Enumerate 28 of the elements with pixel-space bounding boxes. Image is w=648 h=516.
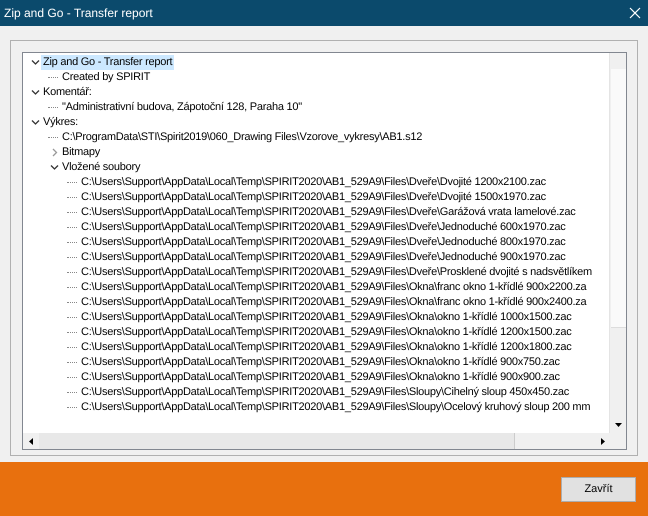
window-title: Zip and Go - Transfer report: [4, 6, 153, 20]
tree-item[interactable]: C:\ProgramData\STI\Spirit2019\060_Drawing Files\Vzorove_vykresy\AB1.s12: [60, 130, 424, 145]
tree-item[interactable]: C:\Users\Support\AppData\Local\Temp\SPIRIT2020\AB1_529A9\Files\Dveře\Garážová vrata lamelové.zac: [79, 205, 578, 220]
tree-item[interactable]: Created by SPIRIT: [60, 70, 152, 85]
tree-item[interactable]: C:\Users\Support\AppData\Local\Temp\SPIRIT2020\AB1_529A9\Files\Okna\franc okno 1-křídlé 900x2400.za: [79, 295, 588, 310]
tree-item[interactable]: Výkres:: [41, 115, 80, 130]
tree-item[interactable]: C:\Users\Support\AppData\Local\Temp\SPIRIT2020\AB1_529A9\Files\Okna\okno 1-křídlé 1000x1500.zac: [79, 310, 574, 325]
tree-item[interactable]: C:\Users\Support\AppData\Local\Temp\SPIRIT2020\AB1_529A9\Files\Okna\okno 1-křídlé 1200x1500.zac: [79, 325, 574, 340]
tree-item[interactable]: Bitmapy: [60, 145, 102, 160]
tree-item[interactable]: C:\Users\Support\AppData\Local\Temp\SPIRIT2020\AB1_529A9\Files\Okna\franc okno 1-křídlé 900x2200.za: [79, 280, 588, 295]
tree-item[interactable]: C:\Users\Support\AppData\Local\Temp\SPIRIT2020\AB1_529A9\Files\Dveře\Jednoduché 800x1970.zac: [79, 235, 568, 250]
tree-item[interactable]: C:\Users\Support\AppData\Local\Temp\SPIRIT2020\AB1_529A9\Files\Okna\okno 1-křídlé 900x750.zac: [79, 355, 562, 370]
tree-item[interactable]: C:\Users\Support\AppData\Local\Temp\SPIRIT2020\AB1_529A9\Files\Dveře\Prosklené dvojité s nadsvětlíkem: [79, 265, 594, 280]
tree-item[interactable]: C:\Users\Support\AppData\Local\Temp\SPIRIT2020\AB1_529A9\Files\Dveře\Dvojité 1500x1970.zac: [79, 190, 548, 205]
tree-item[interactable]: C:\Users\Support\AppData\Local\Temp\SPIRIT2020\AB1_529A9\Files\Okna\okno 1-křídlé 900x900.zac: [79, 370, 562, 385]
tree-item[interactable]: C:\Users\Support\AppData\Local\Temp\SPIRIT2020\AB1_529A9\Files\Sloupy\Ocelový kruhový sloup 200 mm: [79, 400, 592, 415]
tree-item[interactable]: Vložené soubory: [60, 160, 142, 175]
tree-item[interactable]: C:\Users\Support\AppData\Local\Temp\SPIRIT2020\AB1_529A9\Files\Dveře\Jednoduché 900x1970.zac: [79, 250, 568, 265]
close-button[interactable]: Zavřít: [561, 476, 636, 502]
tree-item[interactable]: C:\Users\Support\AppData\Local\Temp\SPIRIT2020\AB1_529A9\Files\Dveře\Jednoduché 600x1970.zac: [79, 220, 568, 235]
tree-item[interactable]: C:\Users\Support\AppData\Local\Temp\SPIRIT2020\AB1_529A9\Files\Sloupy\Cihelný sloup 450x450.zac: [79, 385, 572, 400]
vertical-scrollbar[interactable]: [609, 53, 626, 433]
tree-item[interactable]: "Administrativní budova, Zápotoční 128, Paraha 10": [60, 100, 304, 115]
tree-item[interactable]: Komentář:: [41, 85, 94, 100]
tree-item[interactable]: C:\Users\Support\AppData\Local\Temp\SPIRIT2020\AB1_529A9\Files\Dveře\Dvojité 1200x2100.zac: [79, 175, 548, 190]
horizontal-scrollbar[interactable]: [23, 433, 611, 449]
tree-item[interactable]: C:\Users\Support\AppData\Local\Temp\SPIRIT2020\AB1_529A9\Files\Okna\okno 1-křídlé 1200x1800.zac: [79, 340, 574, 355]
tree-item[interactable]: Zip and Go - Transfer report: [41, 55, 174, 70]
